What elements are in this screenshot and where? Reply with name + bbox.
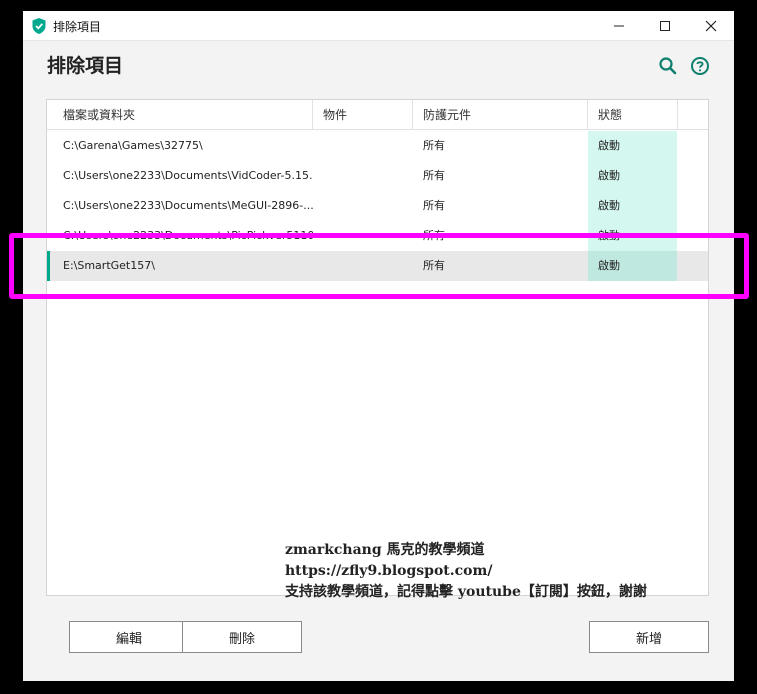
maximize-button[interactable] — [642, 11, 688, 41]
row-path: C:\Users\one2233\Documents\VidCoder-5.15… — [63, 169, 313, 182]
column-header-object[interactable]: 物件 — [313, 100, 413, 130]
watermark-line: 支持該教學頻道，記得點擊 youtube【訂閱】按鈕，謝謝 — [285, 584, 647, 600]
row-path: C:\Garena\Games\32775\ — [63, 139, 203, 152]
add-button[interactable]: 新增 — [589, 621, 709, 653]
row-path: C:\Users\one2233\Documents\MeGUI-2896-..… — [63, 199, 313, 212]
row-component: 所有 — [423, 199, 445, 212]
table-row[interactable]: C:\Garena\Games\32775\ 所有 啟動 — [47, 131, 708, 161]
column-header-path[interactable]: 檔案或資料夾 — [47, 100, 313, 130]
help-icon — [691, 57, 709, 75]
table-row-selected[interactable]: E:\SmartGet157\ 所有 啟動 — [47, 251, 708, 281]
exclusion-table: 檔案或資料夾 物件 防護元件 狀態 C:\Garena\Games\32775\… — [46, 99, 709, 596]
row-component: 所有 — [423, 259, 445, 272]
watermark-line: https://zfly9.blogspot.com/ — [285, 563, 493, 579]
help-button[interactable] — [689, 55, 711, 77]
table-row[interactable]: C:\Users\one2233\Documents\PicPickver511… — [47, 221, 708, 251]
kaspersky-shield-icon — [31, 17, 47, 35]
row-status[interactable]: 啟動 — [588, 221, 677, 251]
row-path: C:\Users\one2233\Documents\PicPickver511… — [63, 229, 313, 242]
row-status[interactable]: 啟動 — [588, 251, 677, 281]
window-title: 排除項目 — [53, 20, 102, 34]
row-component: 所有 — [423, 229, 445, 242]
column-header-filler — [678, 100, 708, 130]
minimize-button[interactable] — [596, 11, 642, 41]
row-status[interactable]: 啟動 — [588, 131, 677, 161]
row-component: 所有 — [423, 139, 445, 152]
delete-button[interactable]: 刪除 — [182, 621, 302, 653]
minimize-icon — [614, 25, 624, 27]
watermark-line: zmarkchang 馬克的教學頻道 — [285, 542, 485, 558]
close-icon — [705, 20, 717, 32]
row-status[interactable]: 啟動 — [588, 191, 677, 221]
search-icon — [659, 57, 677, 75]
page-title: 排除項目 — [47, 55, 124, 77]
channel-watermark: zmarkchang 馬克的教學頻道 https://zfly9.blogspo… — [285, 540, 647, 603]
search-button[interactable] — [657, 55, 679, 77]
table-row[interactable]: C:\Users\one2233\Documents\VidCoder-5.15… — [47, 161, 708, 191]
selection-indicator — [47, 251, 50, 281]
table-row[interactable]: C:\Users\one2233\Documents\MeGUI-2896-..… — [47, 191, 708, 221]
column-header-status[interactable]: 狀態 — [588, 100, 678, 130]
row-path: E:\SmartGet157\ — [63, 259, 155, 272]
maximize-icon — [660, 21, 670, 31]
table-header: 檔案或資料夾 物件 防護元件 狀態 — [47, 100, 708, 130]
row-status[interactable]: 啟動 — [588, 161, 677, 191]
column-header-component[interactable]: 防護元件 — [413, 100, 588, 130]
row-component: 所有 — [423, 169, 445, 182]
close-button[interactable] — [688, 11, 734, 41]
edit-button[interactable]: 編輯 — [69, 621, 189, 653]
title-bar: 排除項目 — [23, 11, 734, 41]
